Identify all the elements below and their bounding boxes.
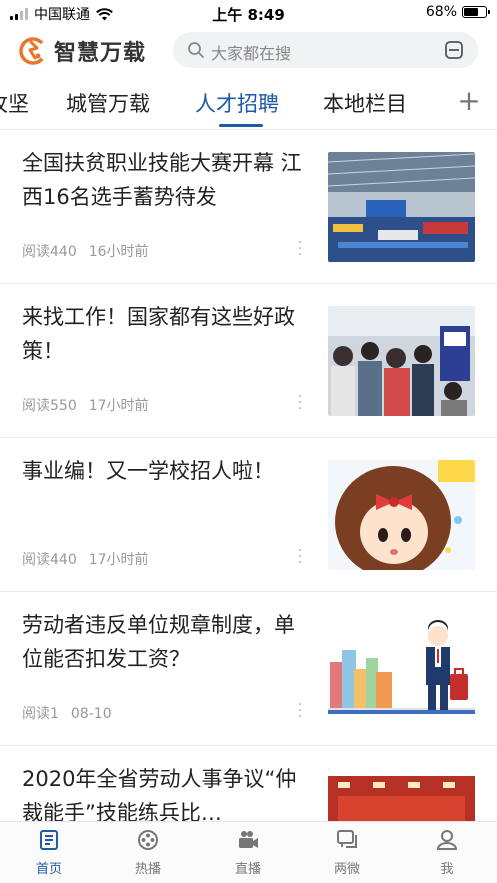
film-reel-icon [138, 830, 158, 850]
search-input[interactable]: 大家都在搜 [173, 32, 478, 68]
article-meta: 阅读440 17小时前 [22, 549, 149, 569]
article-item[interactable]: 2020年全省劳动人事争议“仲裁能手”技能练兵比… [0, 746, 497, 821]
article-item[interactable]: 事业编！又一学校招人啦！ 阅读440 17小时前 · · · [0, 438, 497, 592]
tab-gongjian[interactable]: 攻坚 [0, 88, 29, 118]
businessman-suitcase-illustration[interactable] [328, 614, 475, 724]
battery-icon [462, 6, 490, 18]
app-logo[interactable]: 智慧万载 [18, 35, 146, 67]
add-channel-button[interactable]: + [449, 84, 489, 120]
article-meta: 阅读1 08-10 [22, 703, 112, 723]
article-title[interactable]: 事业编！又一学校招人啦！ [22, 454, 302, 488]
more-options-icon[interactable]: · · · [296, 390, 304, 416]
home-icon [40, 830, 58, 850]
publish-time: 17小时前 [88, 398, 149, 414]
article-item[interactable]: 劳动者违反单位规章制度，单位能否扣发工资？ 阅读1 08-10 · · · [0, 592, 497, 746]
nav-live[interactable]: 直播 [208, 828, 288, 877]
scan-icon[interactable] [444, 40, 464, 60]
read-count: 阅读440 [22, 552, 77, 568]
nav-label: 我 [440, 862, 454, 877]
article-title[interactable]: 2020年全省劳动人事争议“仲裁能手”技能练兵比… [22, 762, 302, 821]
article-meta: 阅读550 17小时前 [22, 395, 149, 415]
publish-time: 08-10 [70, 706, 112, 722]
search-placeholder: 大家都在搜 [211, 44, 292, 63]
battery-percent: 68% [425, 4, 457, 20]
article-title[interactable]: 全国扶贫职业技能大赛开幕 江西16名选手蓄势待发 [22, 146, 302, 214]
battery-fill [464, 8, 479, 16]
nav-hot-play[interactable]: 热播 [108, 828, 188, 877]
more-options-icon[interactable]: · · · [296, 544, 304, 570]
wanzai-logo-icon [19, 37, 47, 65]
cartoon-girl-bow-illustration[interactable] [328, 460, 475, 570]
status-bar: 中国联通 上午 8:49 68% [0, 0, 497, 26]
article-item[interactable]: 全国扶贫职业技能大赛开幕 江西16名选手蓄势待发 阅读440 16小时前 · · · [0, 130, 497, 284]
tab-chengguan[interactable]: 城管万载 [66, 88, 150, 118]
nav-me[interactable]: 我 [407, 828, 487, 877]
active-tab-indicator [219, 124, 263, 127]
nav-home[interactable]: 首页 [9, 828, 89, 877]
publish-time: 16小时前 [88, 244, 149, 260]
nav-weibo-weixin[interactable]: 两微 [307, 828, 387, 877]
read-count: 阅读550 [22, 398, 77, 414]
tab-rencai-zhaopin[interactable]: 人才招聘 [195, 88, 279, 118]
app-header: 智慧万载 大家都在搜 [0, 26, 497, 74]
nav-label: 直播 [234, 862, 261, 877]
job-fair-crowd-photo[interactable] [328, 306, 475, 416]
article-item[interactable]: 来找工作！国家都有这些好政策！ 阅读550 17小时前 · · · [0, 284, 497, 438]
article-feed: 全国扶贫职业技能大赛开幕 江西16名选手蓄势待发 阅读440 16小时前 · · · … [0, 130, 497, 821]
read-count: 阅读440 [22, 244, 77, 260]
status-time: 上午 8:49 [212, 6, 285, 24]
user-icon [436, 830, 458, 850]
nav-label: 首页 [35, 862, 62, 877]
read-count: 阅读1 [22, 706, 59, 722]
more-options-icon[interactable]: · · · [296, 236, 304, 262]
channel-tabs: 攻坚 城管万载 人才招聘 本地栏目 + [0, 74, 497, 130]
app-name: 智慧万载 [54, 41, 147, 66]
article-meta: 阅读440 16小时前 [22, 241, 149, 261]
competition-hall-photo[interactable] [328, 152, 475, 262]
nav-label: 热播 [134, 862, 161, 877]
bottom-navigation: 首页 热播 直播 两微 我 [0, 821, 497, 883]
conference-stage-photo[interactable] [328, 768, 475, 821]
more-options-icon[interactable]: · · · [296, 698, 304, 724]
publish-time: 17小时前 [88, 552, 149, 568]
chat-bubble-icon [337, 830, 357, 848]
status-right: 68% [425, 4, 490, 20]
article-title[interactable]: 来找工作！国家都有这些好政策！ [22, 300, 302, 368]
search-icon [188, 42, 204, 58]
video-camera-icon [239, 831, 258, 848]
article-title[interactable]: 劳动者违反单位规章制度，单位能否扣发工资？ [22, 608, 302, 676]
tab-bendi-lanmu[interactable]: 本地栏目 [323, 88, 407, 118]
nav-label: 两微 [333, 862, 360, 877]
